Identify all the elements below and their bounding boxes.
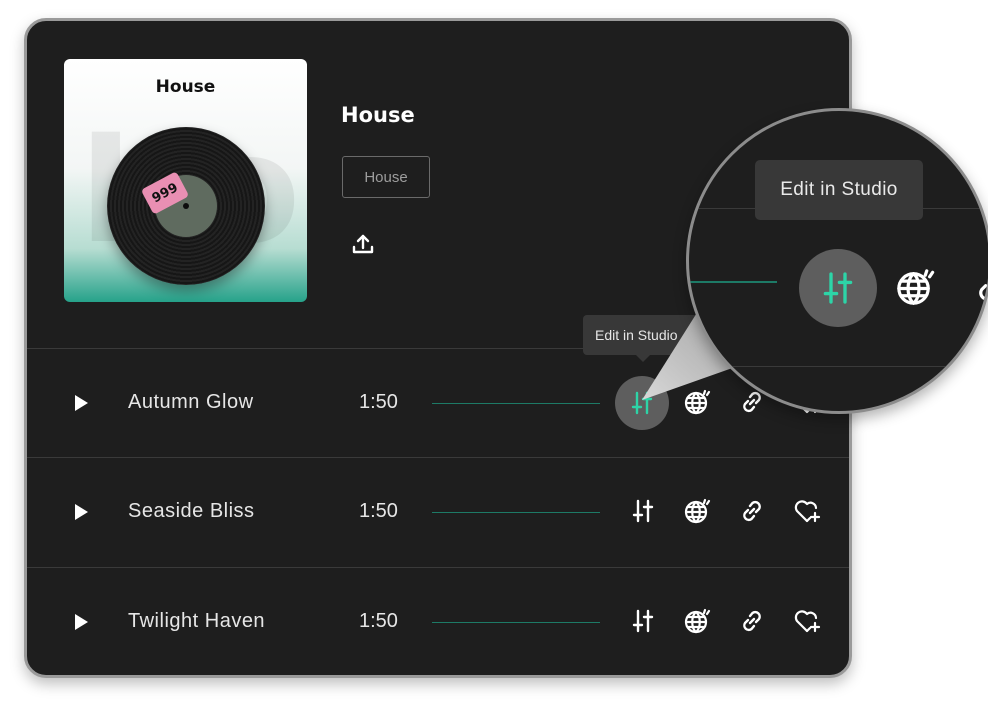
globe-icon[interactable] bbox=[682, 387, 712, 417]
track-duration: 1:50 bbox=[359, 610, 398, 632]
edit-in-studio-button-magnified bbox=[799, 249, 877, 327]
globe-icon[interactable] bbox=[682, 606, 712, 636]
tooltip-arrow bbox=[636, 355, 650, 362]
track-title: Autumn Glow bbox=[128, 391, 254, 413]
track-row[interactable]: Twilight Haven 1:50 bbox=[27, 568, 849, 675]
track-title: Twilight Haven bbox=[128, 610, 266, 632]
sliders-icon bbox=[823, 272, 853, 304]
play-icon[interactable] bbox=[71, 502, 91, 522]
sliders-icon[interactable] bbox=[628, 496, 658, 526]
sliders-icon bbox=[631, 391, 653, 415]
tooltip: Edit in Studio bbox=[583, 315, 701, 355]
link-icon[interactable] bbox=[737, 606, 767, 636]
waveform bbox=[689, 281, 777, 283]
track-duration: 1:50 bbox=[359, 391, 398, 413]
sliders-icon[interactable] bbox=[628, 606, 658, 636]
heart-plus-icon[interactable] bbox=[792, 606, 822, 636]
globe-icon[interactable] bbox=[682, 496, 712, 526]
link-icon[interactable] bbox=[737, 496, 767, 526]
play-icon[interactable] bbox=[71, 612, 91, 632]
track-title: Seaside Bliss bbox=[128, 500, 255, 522]
play-icon[interactable] bbox=[71, 393, 91, 413]
vinyl-record-image: 999 bbox=[107, 127, 265, 285]
globe-icon bbox=[893, 265, 937, 313]
track-row[interactable]: Seaside Bliss 1:50 bbox=[27, 458, 849, 566]
link-icon bbox=[971, 267, 988, 311]
tooltip-magnified: Edit in Studio bbox=[755, 160, 923, 220]
upload-icon[interactable] bbox=[349, 230, 377, 258]
cover-title: House bbox=[155, 77, 216, 97]
waveform[interactable] bbox=[432, 512, 600, 513]
edit-in-studio-button[interactable] bbox=[615, 376, 669, 430]
album-title: House bbox=[341, 103, 415, 127]
waveform[interactable] bbox=[432, 403, 600, 404]
divider bbox=[689, 366, 988, 367]
waveform[interactable] bbox=[432, 622, 600, 623]
genre-tag[interactable]: House bbox=[342, 156, 430, 198]
magnifier: Edit in Studio bbox=[686, 108, 988, 414]
track-duration: 1:50 bbox=[359, 500, 398, 522]
album-cover: Ho House 999 bbox=[64, 59, 307, 302]
vinyl-hole bbox=[183, 203, 189, 209]
heart-plus-icon[interactable] bbox=[792, 496, 822, 526]
